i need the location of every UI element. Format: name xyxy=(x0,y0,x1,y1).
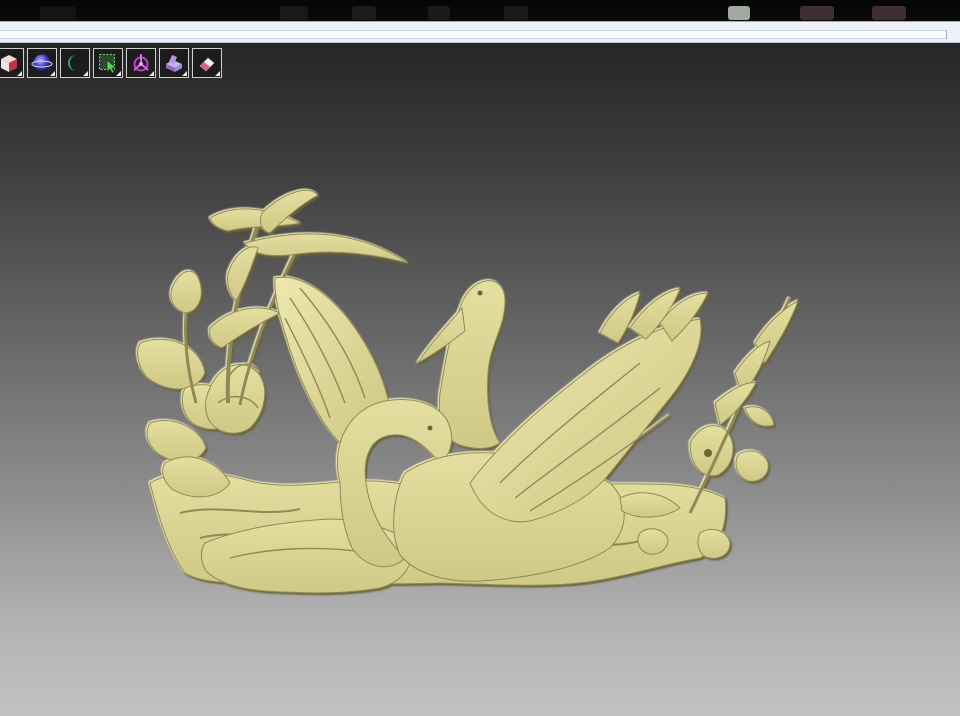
3d-viewport[interactable] xyxy=(0,43,960,716)
application-window xyxy=(0,0,960,716)
window-frame xyxy=(0,21,960,43)
frame-border xyxy=(0,30,947,39)
swan-relief-icon[interactable] xyxy=(0,43,960,716)
top-strip xyxy=(0,0,960,21)
